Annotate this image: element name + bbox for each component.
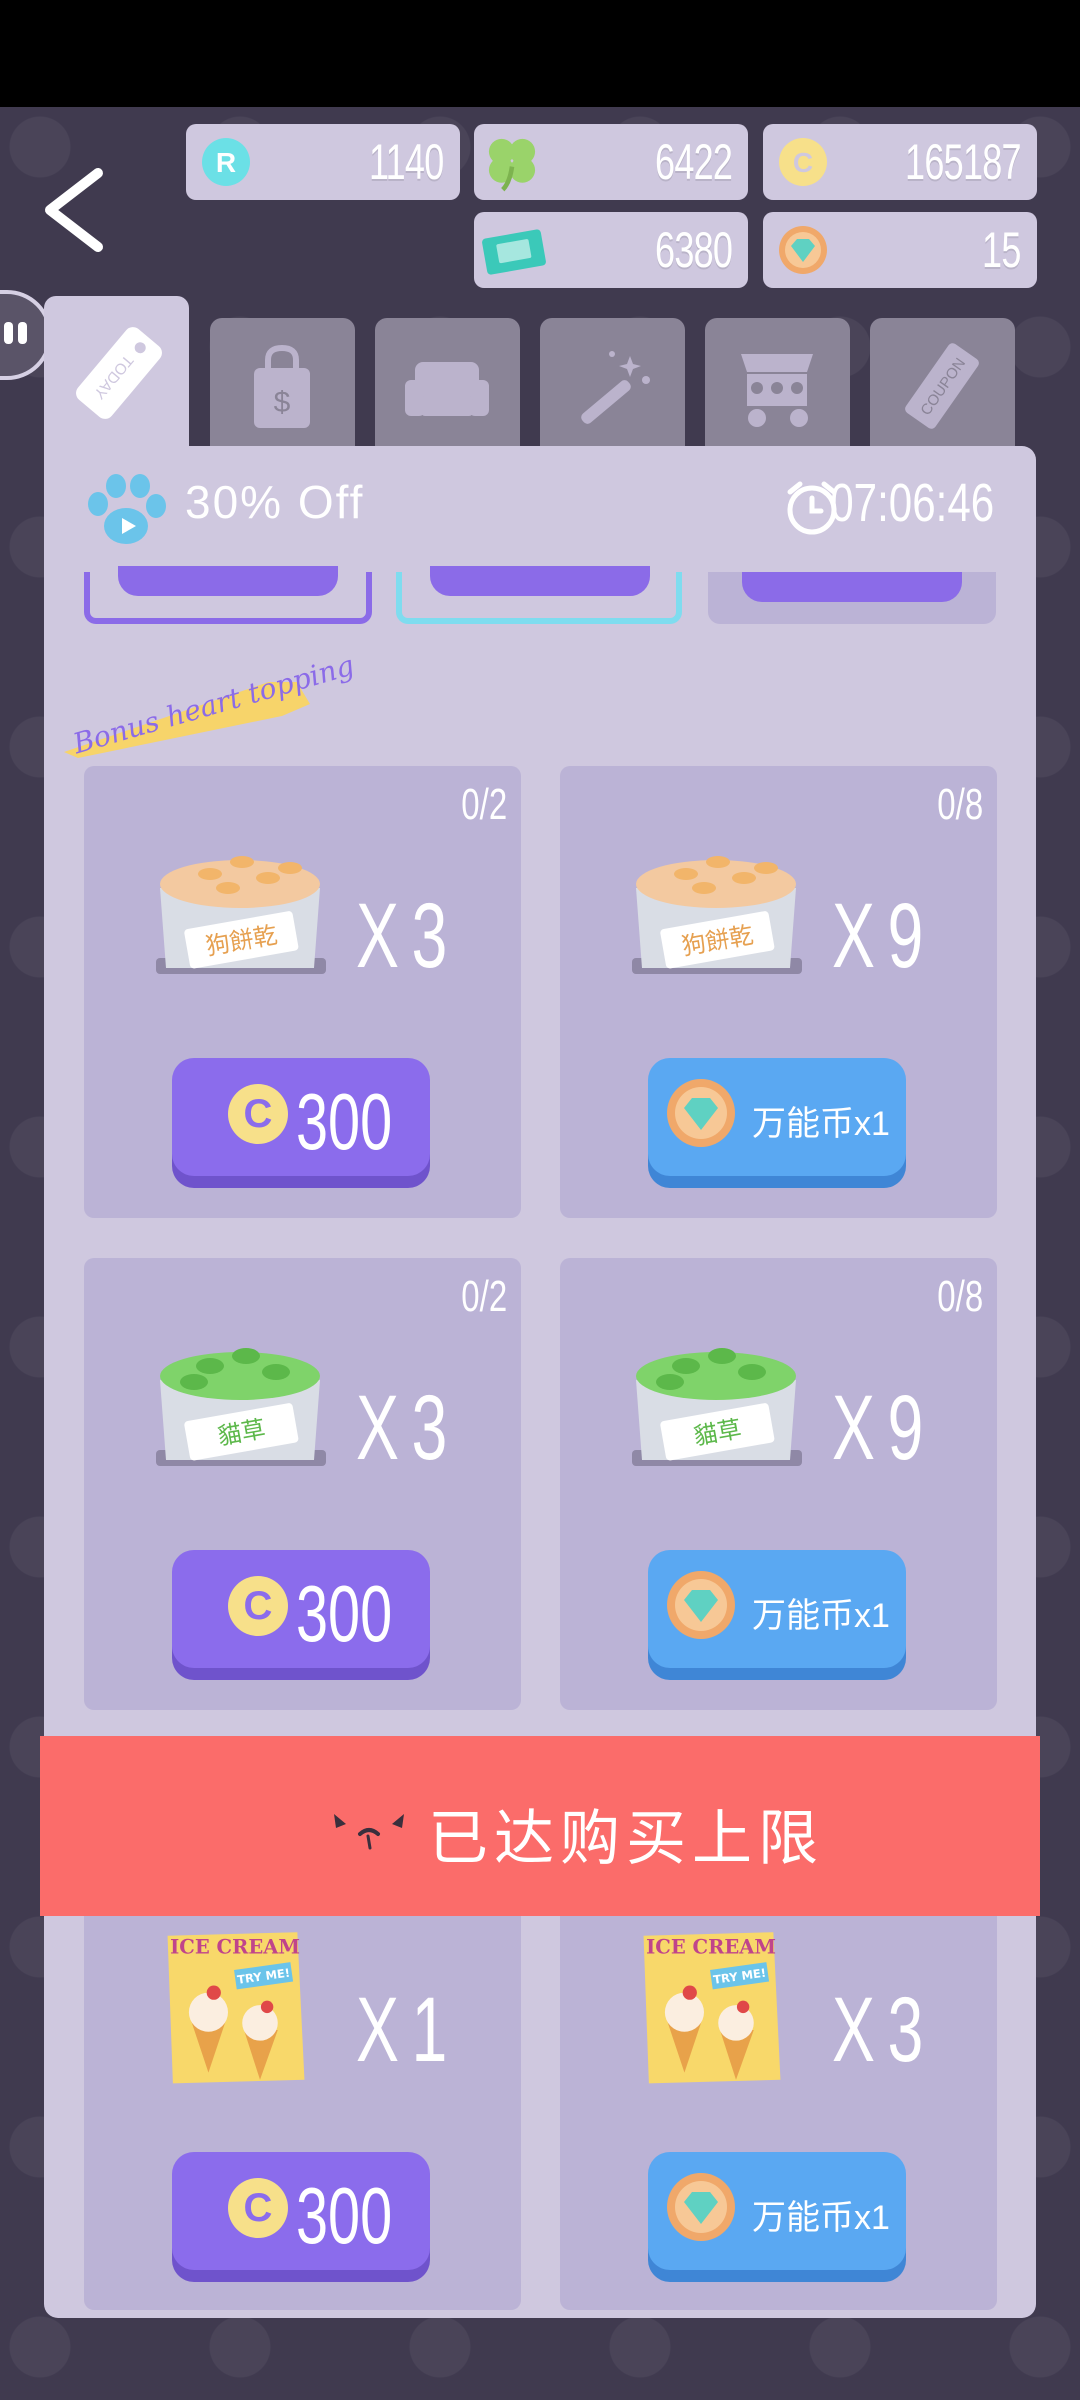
chat-dot	[4, 322, 13, 344]
coin-icon: C	[228, 1576, 288, 1636]
tab-shop[interactable]: $	[210, 318, 355, 448]
buy-gem-button[interactable]: 万能币x1	[648, 2152, 906, 2282]
item-quantity: X3	[356, 1377, 460, 1479]
offer-card: 0/8 貓草 X9 万能币x1	[560, 1258, 997, 1710]
purchase-limit: 0/8	[937, 1272, 983, 1321]
paw-icon	[88, 474, 166, 544]
countdown-timer: 07:06:46	[830, 473, 994, 533]
offer-card: 0/2 狗餅乾 X3 C 300	[84, 766, 521, 1218]
partial-card-left[interactable]	[84, 566, 372, 624]
clover-value: 6422	[654, 134, 733, 190]
clover-icon	[488, 138, 536, 192]
buy-coin-button[interactable]: C 300	[172, 1058, 430, 1188]
svg-text:R: R	[216, 147, 236, 178]
offer-card: 0/2 貓草 X3 C 300	[84, 1258, 521, 1710]
offer-card: ICE CREAM TRY ME! X1 C 300	[84, 1856, 521, 2310]
svg-text:C: C	[793, 147, 813, 178]
item-quantity: X3	[832, 1979, 936, 2081]
toast-message: 已达购买上限	[428, 1805, 824, 1872]
coupon-icon: COUPON	[905, 343, 979, 429]
discount-label: 30% Off	[185, 476, 365, 528]
catnip-box-icon: 貓草	[156, 1348, 326, 1466]
price-label: 万能币x1	[752, 1597, 890, 1635]
buy-gem-button[interactable]: 万能币x1	[648, 1058, 906, 1188]
tab-magic[interactable]	[540, 318, 685, 448]
gem-icon	[779, 226, 827, 274]
coin-icon: C	[228, 1084, 288, 1144]
shopping-bag-icon: $	[254, 344, 310, 428]
price-label: 万能币x1	[752, 1105, 890, 1143]
gem-icon	[667, 2173, 735, 2241]
tickets-value: 6380	[654, 222, 733, 278]
partial-card-right[interactable]	[708, 572, 996, 624]
resource-r-points: R 1140	[186, 124, 460, 200]
gems-value: 15	[982, 222, 1021, 278]
coin-icon: C	[779, 138, 827, 186]
back-button[interactable]	[36, 165, 126, 255]
resource-gems: 15	[763, 212, 1037, 288]
resource-coins: C 165187	[763, 124, 1037, 200]
tab-coupon[interactable]: COUPON	[870, 318, 1015, 448]
today-tag-icon: TODAY	[76, 327, 162, 419]
status-bar	[0, 0, 1080, 107]
ticket-icon	[482, 229, 546, 275]
resource-tickets: 6380	[474, 212, 748, 288]
price-label: 300	[296, 1569, 393, 1658]
offer-card: ICE CREAM TRY ME! X3 万能币x1	[560, 1856, 997, 2310]
purchase-limit: 0/2	[461, 780, 507, 829]
purchase-limit: 0/2	[461, 1272, 507, 1321]
dog-biscuit-box-icon: 狗餅乾	[632, 856, 802, 974]
catnip-box-icon: 貓草	[632, 1348, 802, 1466]
offer-card: 0/8 狗餅乾 X9 万能币x1	[560, 766, 997, 1218]
price-label: 300	[296, 1077, 393, 1166]
item-quantity: X3	[356, 885, 460, 987]
gem-icon	[667, 1571, 735, 1639]
svg-text:ICE CREAM: ICE CREAM	[646, 1936, 776, 1959]
chat-dot	[18, 322, 27, 344]
item-quantity: X1	[356, 1979, 460, 2081]
resource-clover: 6422	[474, 124, 748, 200]
buy-coin-button[interactable]: C 300	[172, 2152, 430, 2282]
purchase-limit: 0/8	[937, 780, 983, 829]
sad-face-icon	[334, 1814, 404, 1850]
svg-text:$: $	[274, 386, 291, 419]
ice-cream-poster-icon: ICE CREAM TRY ME!	[167, 1932, 305, 2084]
coin-icon: C	[228, 2178, 288, 2238]
chevron-left-icon	[45, 168, 103, 252]
coins-value: 165187	[905, 134, 1022, 190]
item-quantity: X9	[832, 1377, 936, 1479]
dog-biscuit-box-icon: 狗餅乾	[156, 856, 326, 974]
tab-cart[interactable]	[705, 318, 850, 448]
sofa-icon	[405, 362, 489, 416]
gem-icon	[667, 1079, 735, 1147]
price-label: 万能币x1	[752, 2199, 890, 2237]
tab-furniture[interactable]	[375, 318, 520, 448]
magic-wand-icon	[581, 351, 650, 424]
purchase-limit-toast: 已达购买上限	[40, 1736, 1040, 1916]
price-label: 300	[296, 2171, 393, 2260]
buy-gem-button[interactable]: 万能币x1	[648, 1550, 906, 1680]
partial-card-middle[interactable]	[396, 566, 682, 624]
svg-text:ICE CREAM: ICE CREAM	[170, 1936, 300, 1959]
food-cart-icon	[741, 354, 813, 427]
item-quantity: X9	[832, 885, 936, 987]
tab-today[interactable]: TODAY	[44, 296, 189, 452]
ice-cream-poster-icon: ICE CREAM TRY ME!	[643, 1932, 781, 2084]
buy-coin-button[interactable]: C 300	[172, 1550, 430, 1680]
r-badge-icon: R	[202, 138, 250, 186]
r-points-value: 1140	[369, 134, 444, 190]
